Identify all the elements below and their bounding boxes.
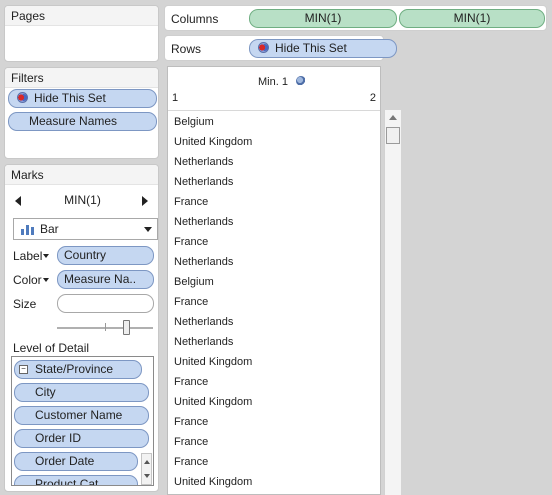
country-row-label: France <box>174 376 209 388</box>
lod-list[interactable]: − State/Province City Customer Name Orde… <box>11 356 154 486</box>
lod-pill-product-category[interactable]: Product Cat... <box>14 475 138 486</box>
pill-label: Customer Name <box>35 408 123 422</box>
country-row-label: Netherlands <box>174 316 234 328</box>
filter-pill-measure-names[interactable]: Measure Names <box>8 112 157 131</box>
country-row-label: France <box>174 196 209 208</box>
pill-label: MIN(1) <box>453 11 491 25</box>
columns-label: Columns <box>171 12 219 26</box>
lod-pill-order-date[interactable]: Order Date <box>14 452 138 471</box>
axis-min-label: 1 <box>172 92 179 104</box>
pages-drop-area[interactable] <box>5 26 158 62</box>
pill-label: City <box>35 385 56 399</box>
color-shelf-button[interactable]: Color <box>13 273 49 287</box>
worksheet-view[interactable]: Min. 1 1 2 Belgium United Kingdom Netherla… <box>167 66 381 495</box>
pill-label: Hide This Set <box>275 41 347 55</box>
size-shelf-drop[interactable] <box>57 294 154 313</box>
size-slider-handle[interactable] <box>123 320 130 335</box>
marks-title: Marks <box>5 165 158 185</box>
column-header: Min. 1 1 2 <box>168 67 380 111</box>
country-row-label: France <box>174 236 209 248</box>
set-icon <box>17 92 28 103</box>
chevron-down-icon <box>144 227 152 232</box>
country-row-label: Netherlands <box>174 156 234 168</box>
collapse-icon[interactable]: − <box>19 365 28 374</box>
filter-pill-label: Measure Names <box>29 114 118 128</box>
country-row-label: United Kingdom <box>174 476 253 488</box>
size-shelf-label: Size <box>13 297 37 311</box>
columns-shelf[interactable]: Columns MIN(1) MIN(1) <box>164 5 547 31</box>
chevron-down-icon <box>42 278 49 282</box>
marks-next-button[interactable] <box>142 196 148 206</box>
label-shelf-button[interactable]: Label <box>13 249 50 263</box>
pill-label: Order Date <box>35 454 95 468</box>
lod-pill-city[interactable]: City <box>14 383 149 402</box>
pill-label: State/Province <box>35 362 114 376</box>
country-row-label: Netherlands <box>174 176 234 188</box>
lod-title: Level of Detail <box>13 341 90 355</box>
mark-type-label: Bar <box>40 222 59 236</box>
marks-measure-label: MIN(1) <box>64 193 101 207</box>
row-pill-hide-this-set[interactable]: Hide This Set <box>249 39 397 58</box>
country-row-label: United Kingdom <box>174 136 253 148</box>
label-shelf-text: Label <box>13 249 43 263</box>
lod-scrollbar[interactable] <box>141 453 152 485</box>
filter-pill-hide-this-set[interactable]: Hide This Set <box>8 89 157 108</box>
pill-label: MIN(1) <box>304 11 342 25</box>
filters-title: Filters <box>5 68 158 88</box>
bar-chart-icon <box>21 225 34 235</box>
filters-card: Filters Hide This Set Measure Names <box>4 67 159 159</box>
label-pill-country[interactable]: Country <box>57 246 154 265</box>
set-icon <box>258 42 269 53</box>
country-row-label: United Kingdom <box>174 396 253 408</box>
view-scrollbar[interactable] <box>384 110 401 495</box>
pill-label: Measure Na.. <box>64 272 137 286</box>
pages-title: Pages <box>5 6 158 26</box>
marks-card: Marks MIN(1) Bar Label Country Color Mea… <box>4 164 159 492</box>
country-row-label: Netherlands <box>174 216 234 228</box>
rows-label: Rows <box>171 42 202 56</box>
country-row-label: France <box>174 296 209 308</box>
color-pill-measure-names[interactable]: Measure Na.. <box>57 270 154 289</box>
pill-label: Country <box>64 248 107 262</box>
axis-title: Min. 1 <box>258 76 307 88</box>
country-row-label: Netherlands <box>174 336 234 348</box>
mark-type-dropdown[interactable]: Bar <box>13 218 158 240</box>
size-slider-tick <box>105 323 106 331</box>
lod-pill-state[interactable]: − State/Province <box>14 360 142 379</box>
pin-icon[interactable] <box>296 76 307 86</box>
axis-title-text: Min. 1 <box>258 76 288 88</box>
country-row-label: Belgium <box>174 276 214 288</box>
pages-card: Pages <box>4 5 159 62</box>
country-row-label: France <box>174 416 209 428</box>
country-row-label: Netherlands <box>174 256 234 268</box>
size-slider-track[interactable] <box>57 320 153 335</box>
marks-prev-button[interactable] <box>15 196 21 206</box>
country-row-label: Belgium <box>174 116 214 128</box>
column-pill-min1-b[interactable]: MIN(1) <box>399 9 545 28</box>
chevron-down-icon <box>43 254 50 258</box>
lod-pill-order-id[interactable]: Order ID <box>14 429 149 448</box>
view-scrollbar-thumb[interactable] <box>386 127 400 144</box>
filter-pill-label: Hide This Set <box>34 91 106 105</box>
country-row-label: France <box>174 436 209 448</box>
country-row-label: United Kingdom <box>174 356 253 368</box>
scroll-up-icon[interactable] <box>389 115 397 120</box>
scroll-down-icon[interactable] <box>144 474 150 478</box>
column-pill-min1-a[interactable]: MIN(1) <box>249 9 397 28</box>
country-row-label: France <box>174 456 209 468</box>
pill-label: Product Cat... <box>35 477 109 486</box>
axis-max-label: 2 <box>369 92 376 104</box>
scroll-up-icon[interactable] <box>144 460 150 464</box>
pill-label: Order ID <box>35 431 82 445</box>
color-shelf-text: Color <box>13 273 42 287</box>
lod-pill-customer-name[interactable]: Customer Name <box>14 406 149 425</box>
rows-shelf[interactable]: Rows Hide This Set <box>164 35 397 61</box>
